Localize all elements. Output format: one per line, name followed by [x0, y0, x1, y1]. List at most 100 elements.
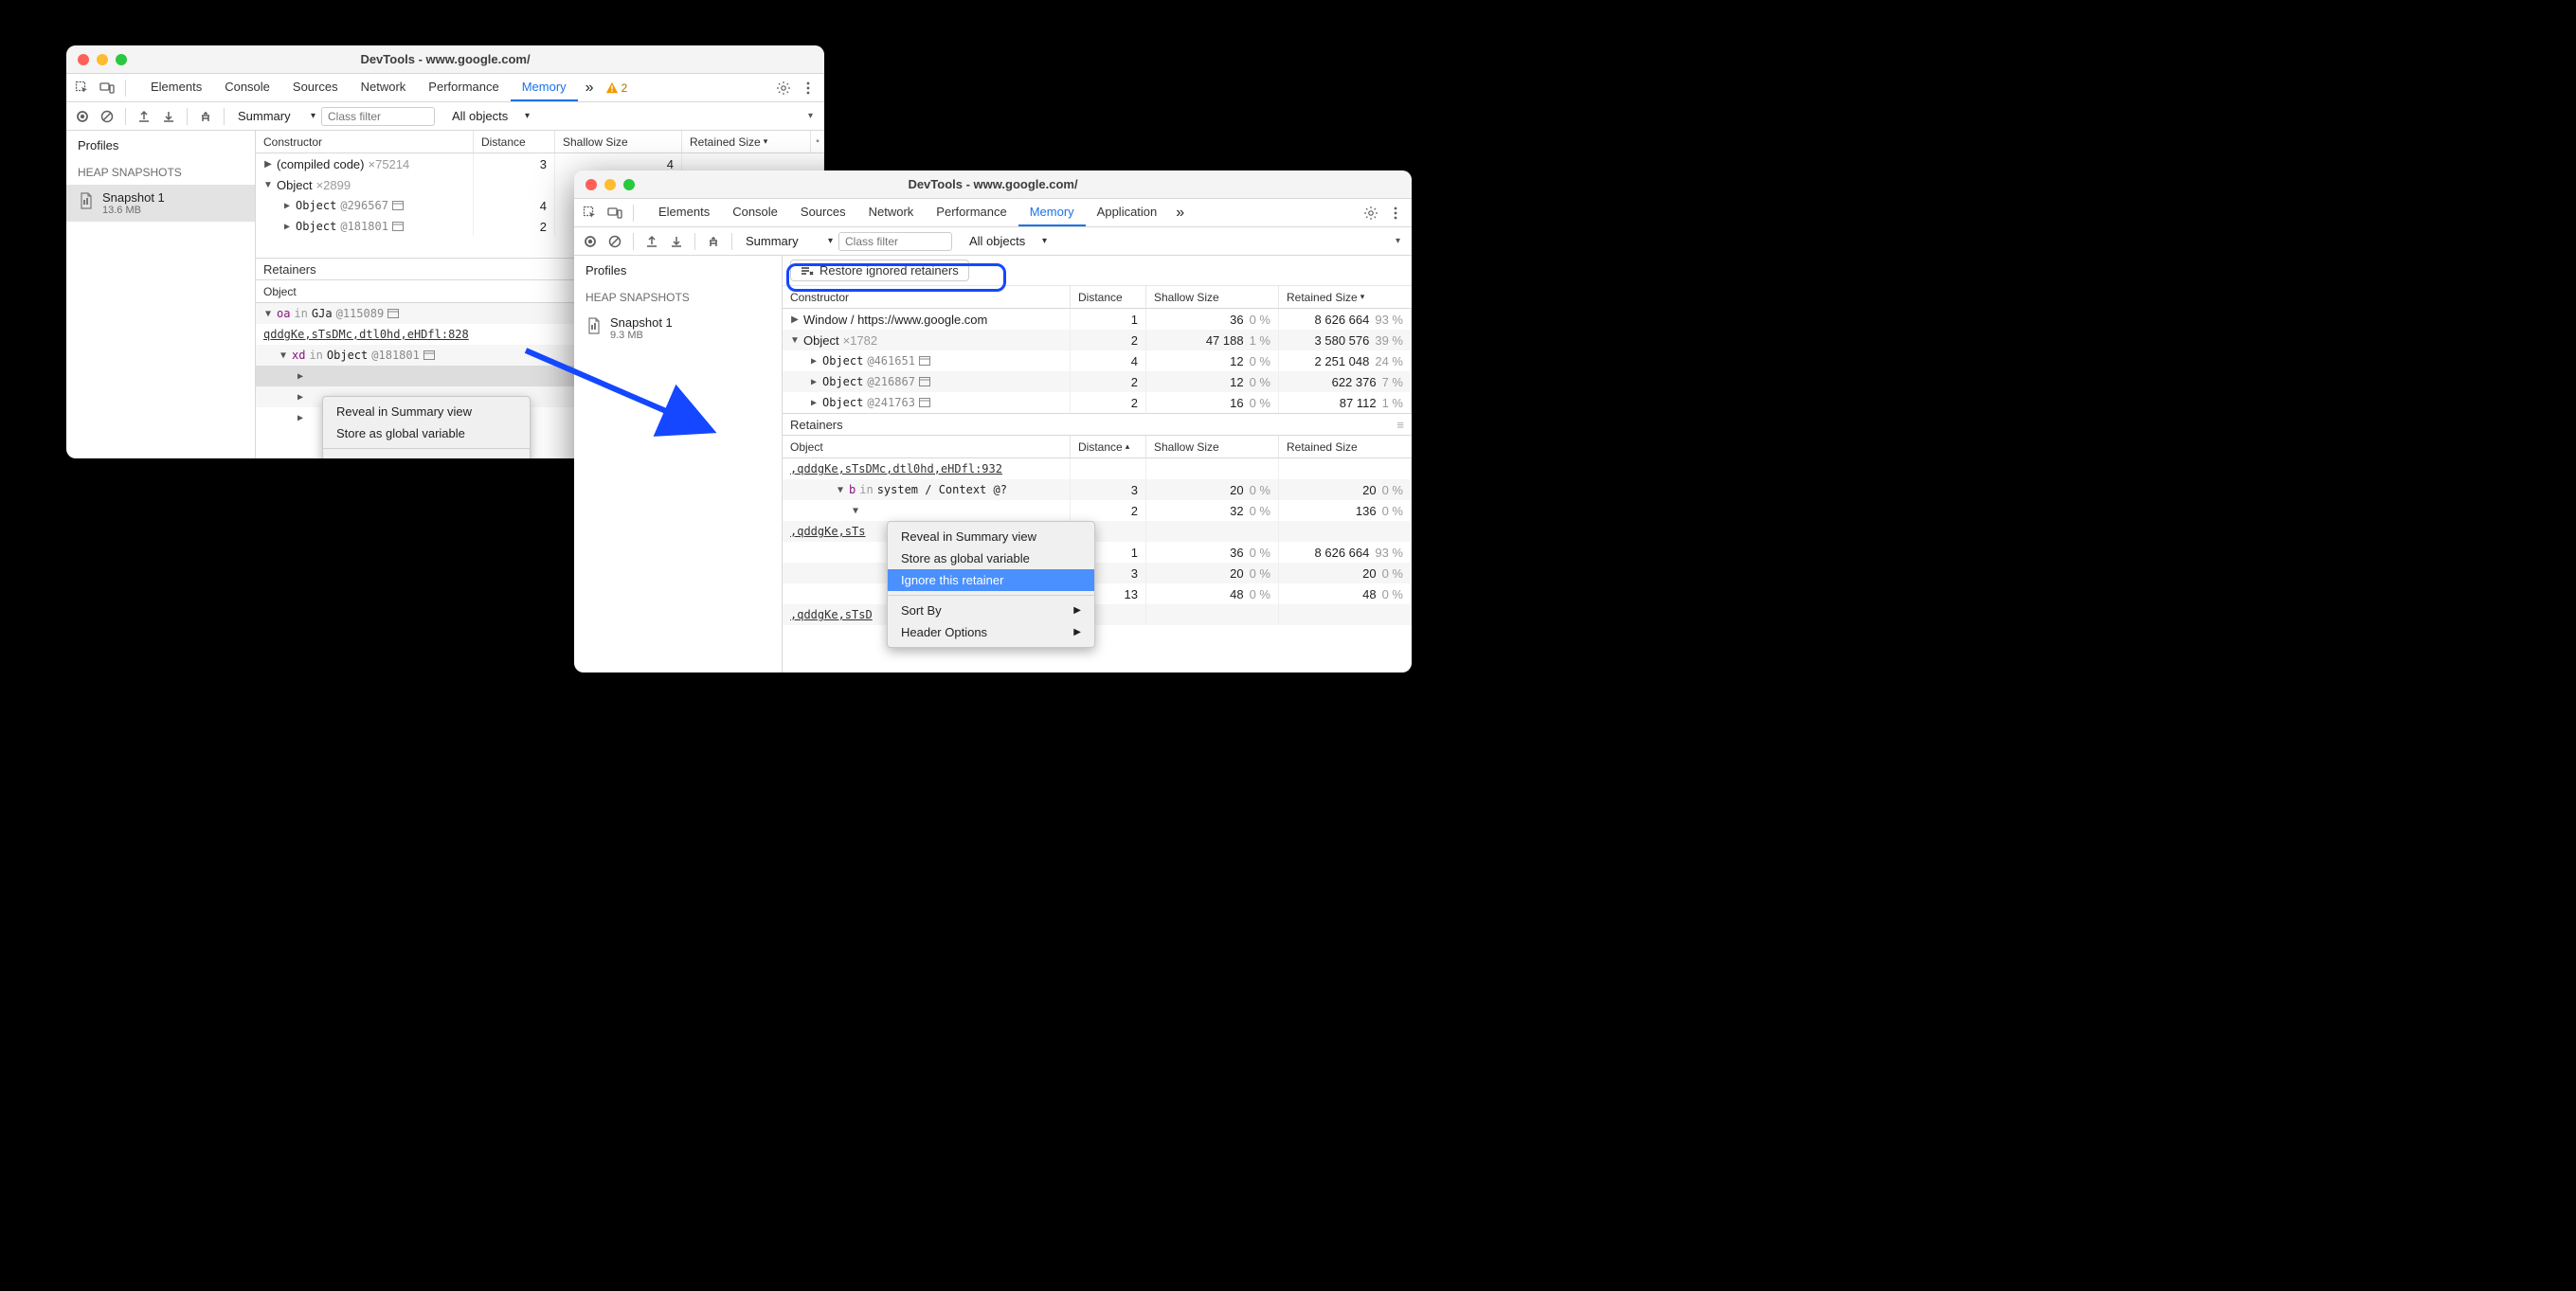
- tab-elements[interactable]: Elements: [139, 74, 213, 101]
- table-row[interactable]: ,qddgKe,sTsDMc,dtl0hd,eHDfl:932: [783, 458, 1412, 479]
- dropdown-icon[interactable]: ▾: [808, 111, 819, 121]
- col-shallow[interactable]: Shallow Size: [555, 131, 682, 152]
- table-row[interactable]: 1 360 % 8 626 66493 %: [783, 542, 1412, 563]
- menu-store-global[interactable]: Store as global variable: [888, 547, 1094, 569]
- memory-toolbar: Summary All objects ▾: [66, 102, 824, 131]
- view-mode-select[interactable]: Summary: [740, 232, 835, 250]
- menu-header-options[interactable]: Header Options▶: [888, 621, 1094, 643]
- more-tabs-icon[interactable]: »: [582, 80, 598, 97]
- table-row[interactable]: ▼b in system / Context @? 3 200 % 200 %: [783, 479, 1412, 500]
- tab-performance[interactable]: Performance: [417, 74, 510, 101]
- col-distance[interactable]: Distance: [1071, 286, 1146, 308]
- gc-icon[interactable]: [195, 106, 216, 127]
- separator: [224, 108, 225, 125]
- table-row[interactable]: ,qddgKe,sTs: [783, 521, 1412, 542]
- chevron-right-icon: ▶: [1073, 627, 1081, 637]
- window-icon: [919, 398, 930, 407]
- close-button[interactable]: [585, 179, 597, 190]
- issues-count: 2: [621, 81, 628, 95]
- tab-performance[interactable]: Performance: [925, 199, 1018, 226]
- maximize-button[interactable]: [116, 54, 127, 65]
- tab-application[interactable]: Application: [1086, 199, 1169, 226]
- menu-store-global[interactable]: Store as global variable: [323, 422, 530, 444]
- upload-icon[interactable]: [641, 231, 662, 252]
- menu-reveal-summary[interactable]: Reveal in Summary view: [323, 401, 530, 422]
- menu-separator: [888, 595, 1094, 596]
- kebab-icon[interactable]: [798, 78, 819, 99]
- col-retained[interactable]: Retained Size: [682, 131, 811, 152]
- titlebar: DevTools - www.google.com/: [66, 45, 824, 74]
- snapshot-name: Snapshot 1: [102, 190, 165, 205]
- window-icon: [919, 377, 930, 386]
- menu-sort-by[interactable]: Sort By▶: [323, 453, 530, 458]
- tab-memory[interactable]: Memory: [511, 74, 578, 101]
- tab-elements[interactable]: Elements: [647, 199, 721, 226]
- download-icon[interactable]: [158, 106, 179, 127]
- col-retained[interactable]: Retained Size: [1279, 286, 1412, 308]
- separator: [731, 233, 732, 250]
- col-retained[interactable]: Retained Size: [1279, 436, 1412, 457]
- scrollbar[interactable]: ▪: [811, 131, 824, 152]
- upload-icon[interactable]: [134, 106, 154, 127]
- menu-reveal-summary[interactable]: Reveal in Summary view: [888, 526, 1094, 547]
- maximize-button[interactable]: [623, 179, 635, 190]
- tab-sources[interactable]: Sources: [789, 199, 857, 226]
- gear-icon[interactable]: [773, 78, 794, 99]
- tab-console[interactable]: Console: [213, 74, 281, 101]
- col-constructor[interactable]: Constructor: [783, 286, 1071, 308]
- snapshot-item[interactable]: Snapshot 1 9.3 MB: [574, 310, 782, 347]
- table-row[interactable]: 13 480 % 480 %: [783, 583, 1412, 604]
- table-row[interactable]: ▼Object ×1782 2 47 1881 % 3 580 57639 %: [783, 330, 1412, 350]
- download-icon[interactable]: [666, 231, 687, 252]
- kebab-icon[interactable]: [1385, 203, 1406, 224]
- menu-sort-by[interactable]: Sort By▶: [888, 600, 1094, 621]
- snapshot-item[interactable]: Snapshot 1 13.6 MB: [66, 185, 255, 222]
- record-icon[interactable]: [72, 106, 93, 127]
- table-row[interactable]: 3 200 % 200 %: [783, 563, 1412, 583]
- tab-sources[interactable]: Sources: [281, 74, 350, 101]
- issues-badge[interactable]: 2: [605, 81, 628, 95]
- record-icon[interactable]: [580, 231, 601, 252]
- tab-memory[interactable]: Memory: [1018, 199, 1086, 226]
- gc-icon[interactable]: [703, 231, 724, 252]
- col-shallow[interactable]: Shallow Size: [1146, 436, 1279, 457]
- object-filter-select[interactable]: All objects: [446, 107, 531, 125]
- device-icon[interactable]: [604, 203, 625, 224]
- table-row[interactable]: ▶Object @461651 4 120 % 2 251 04824 %: [783, 350, 1412, 371]
- tab-network[interactable]: Network: [350, 74, 418, 101]
- gear-icon[interactable]: [1360, 203, 1381, 224]
- clear-icon[interactable]: [604, 231, 625, 252]
- table-row[interactable]: ,qddgKe,sTsD: [783, 604, 1412, 625]
- class-filter-input[interactable]: [838, 232, 952, 251]
- more-tabs-icon[interactable]: »: [1172, 205, 1188, 222]
- minimize-button[interactable]: [604, 179, 616, 190]
- object-filter-select[interactable]: All objects: [964, 232, 1049, 250]
- view-mode-select[interactable]: Summary: [232, 107, 317, 125]
- col-shallow[interactable]: Shallow Size: [1146, 286, 1279, 308]
- dropdown-icon[interactable]: ▾: [1396, 236, 1406, 246]
- minimize-button[interactable]: [97, 54, 108, 65]
- clear-icon[interactable]: [97, 106, 117, 127]
- close-button[interactable]: [78, 54, 89, 65]
- table-row[interactable]: ▶Object @241763 2 160 % 87 1121 %: [783, 392, 1412, 413]
- device-icon[interactable]: [97, 78, 117, 99]
- drag-handle-icon[interactable]: ≡: [1396, 418, 1404, 432]
- retainers-table-header: Object Distance Shallow Size Retained Si…: [783, 436, 1412, 458]
- heap-snapshots-label: HEAP SNAPSHOTS: [574, 285, 782, 310]
- table-row[interactable]: ▶Object @216867 2 120 % 622 3767 %: [783, 371, 1412, 392]
- col-distance[interactable]: Distance: [474, 131, 555, 152]
- inspect-icon[interactable]: [72, 78, 93, 99]
- window-icon: [423, 350, 435, 360]
- col-object[interactable]: Object: [783, 436, 1071, 457]
- inspect-icon[interactable]: [580, 203, 601, 224]
- col-constructor[interactable]: Constructor: [256, 131, 474, 152]
- tab-console[interactable]: Console: [721, 199, 789, 226]
- col-distance[interactable]: Distance: [1071, 436, 1146, 457]
- restore-ignored-retainers-button[interactable]: Restore ignored retainers: [790, 260, 969, 281]
- class-filter-input[interactable]: [321, 107, 435, 126]
- table-row[interactable]: ▶Window / https://www.google.com 1 360 %…: [783, 309, 1412, 330]
- table-row[interactable]: ▼ 2 320 % 1360 %: [783, 500, 1412, 521]
- tab-network[interactable]: Network: [857, 199, 926, 226]
- menu-ignore-retainer[interactable]: Ignore this retainer: [888, 569, 1094, 591]
- snapshot-size: 9.3 MB: [610, 330, 673, 341]
